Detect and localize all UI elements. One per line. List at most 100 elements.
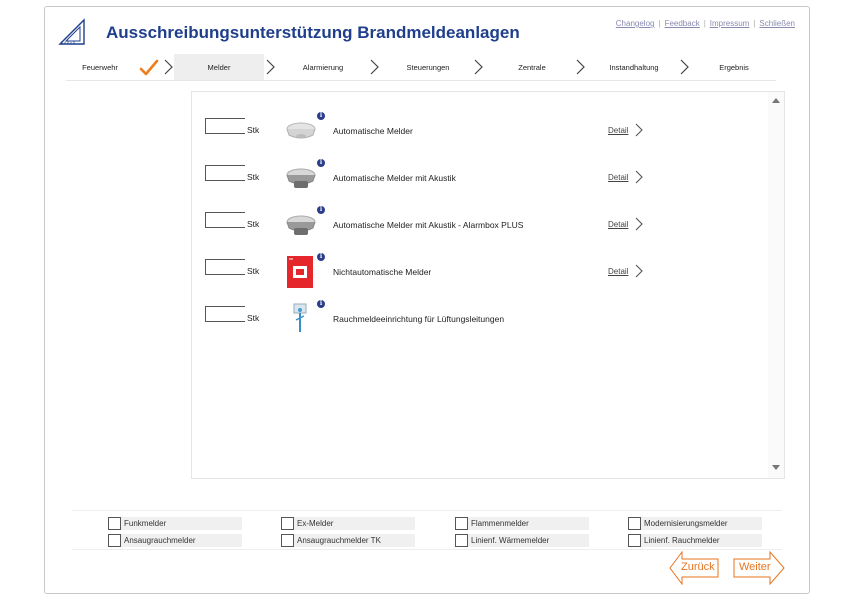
detail-link[interactable]: Detail	[608, 267, 628, 276]
product-label: Automatische Melder mit Akustik	[333, 173, 456, 183]
smoke-detector-sounder-icon	[286, 215, 316, 235]
checkmark-icon	[139, 59, 159, 76]
step-label: Feuerwehr	[82, 62, 118, 72]
top-links: Changelog | Feedback | Impressum | Schließen	[615, 19, 795, 28]
step-feuerwehr[interactable]: Feuerwehr	[66, 54, 134, 80]
triangle-ruler-logo-icon	[58, 18, 85, 45]
feedback-link[interactable]: Feedback	[665, 19, 700, 28]
step-steuerungen[interactable]: Steuerungen	[382, 54, 474, 80]
filter-label: Flammenmelder	[471, 519, 529, 528]
scroll-down-arrow-icon[interactable]	[772, 465, 780, 470]
list-item: Stk i Automatische Melder mit Akustik - …	[192, 206, 762, 238]
back-button[interactable]: Zurück	[669, 551, 719, 585]
chevron-right-icon	[370, 59, 379, 75]
step-alarmierung[interactable]: Alarmierung	[278, 54, 368, 80]
info-icon[interactable]: i	[317, 253, 325, 261]
smoke-detector-icon	[286, 122, 316, 139]
checkbox[interactable]	[628, 534, 641, 547]
quantity-input[interactable]	[205, 212, 245, 228]
filter-linienf-waermemelder[interactable]: Linienf. Wärmemelder	[455, 534, 589, 547]
back-label: Zurück	[681, 561, 715, 573]
filter-ex-melder[interactable]: Ex-Melder	[281, 517, 415, 530]
filter-linienf-rauchmelder[interactable]: Linienf. Rauchmelder	[628, 534, 762, 547]
unit-label: Stk	[247, 219, 260, 229]
next-label: Weiter	[739, 561, 771, 573]
filter-label: Modernisierungsmelder	[644, 519, 728, 528]
quantity-input[interactable]	[205, 306, 245, 322]
wizard-steps: Feuerwehr Melder Alarmierung Steuerungen…	[66, 54, 776, 81]
checkbox[interactable]	[281, 517, 294, 530]
quantity-input[interactable]	[205, 259, 245, 275]
filter-label: Linienf. Rauchmelder	[644, 536, 720, 545]
checkbox[interactable]	[455, 534, 468, 547]
duct-detector-icon	[293, 303, 307, 332]
info-icon[interactable]: i	[317, 206, 325, 214]
info-icon[interactable]: i	[317, 300, 325, 308]
filter-label: Ansaugrauchmelder TK	[297, 536, 381, 545]
filter-checkboxes: Funkmelder Ex-Melder Flammenmelder Moder…	[72, 510, 782, 550]
filter-funkmelder[interactable]: Funkmelder	[108, 517, 242, 530]
checkbox[interactable]	[628, 517, 641, 530]
chevron-right-icon[interactable]	[635, 264, 643, 278]
list-item: Stk i Automatische Melder mit Akustik De…	[192, 159, 762, 191]
chevron-right-icon[interactable]	[635, 217, 643, 231]
product-label: Automatische Melder mit Akustik - Alarmb…	[333, 220, 524, 230]
unit-label: Stk	[247, 172, 260, 182]
list-item: Stk i Automatische Melder Detail	[192, 112, 762, 144]
filter-label: Ex-Melder	[297, 519, 334, 528]
close-link[interactable]: Schließen	[759, 19, 795, 28]
info-icon[interactable]: i	[317, 112, 325, 120]
filter-modernisierungsmelder[interactable]: Modernisierungsmelder	[628, 517, 762, 530]
filter-label: Ansaugrauchmelder	[124, 536, 196, 545]
step-label: Melder	[207, 62, 231, 72]
chevron-right-icon[interactable]	[635, 170, 643, 184]
unit-label: Stk	[247, 266, 260, 276]
step-label: Ergebnis	[719, 62, 749, 72]
chevron-right-icon	[474, 59, 483, 75]
chevron-right-icon[interactable]	[635, 123, 643, 137]
scroll-up-arrow-icon[interactable]	[772, 98, 780, 103]
list-item: Stk i Nichtautomatische Melder Detail	[192, 253, 762, 288]
filter-label: Funkmelder	[124, 519, 167, 528]
info-icon[interactable]: i	[317, 159, 325, 167]
product-label: Automatische Melder	[333, 126, 413, 136]
filter-ansaugrauchmelder-tk[interactable]: Ansaugrauchmelder TK	[281, 534, 415, 547]
app-window: Ausschreibungsunterstützung Brandmeldean…	[44, 6, 810, 594]
quantity-input[interactable]	[205, 165, 245, 181]
changelog-link[interactable]: Changelog	[616, 19, 655, 28]
product-label: Nichtautomatische Melder	[333, 267, 432, 277]
step-label: Zentrale	[518, 62, 546, 72]
next-button[interactable]: Weiter	[733, 551, 785, 585]
step-label: Steuerungen	[406, 62, 450, 72]
step-zentrale[interactable]: Zentrale	[486, 54, 578, 80]
smoke-detector-sounder-icon	[286, 168, 316, 188]
quantity-input[interactable]	[205, 118, 245, 134]
list-item: Stk i Rauchmeldeeinrichtung für Lüftungs…	[192, 300, 762, 332]
detail-link[interactable]: Detail	[608, 126, 628, 135]
chevron-right-icon	[576, 59, 585, 75]
unit-label: Stk	[247, 125, 260, 135]
filter-label: Linienf. Wärmemelder	[471, 536, 550, 545]
chevron-right-icon	[164, 59, 173, 75]
step-melder[interactable]: Melder	[174, 54, 264, 80]
detector-list-panel: Stk i Automatische Melder Detail Stk i A…	[191, 91, 785, 479]
checkbox[interactable]	[281, 534, 294, 547]
step-instandhaltung[interactable]: Instandhaltung	[588, 54, 680, 80]
step-label: Alarmierung	[302, 62, 344, 72]
unit-label: Stk	[247, 313, 260, 323]
manual-call-point-icon	[287, 256, 313, 288]
checkbox[interactable]	[108, 534, 121, 547]
step-label: Instandhaltung	[609, 62, 659, 72]
checkbox[interactable]	[108, 517, 121, 530]
product-label: Rauchmeldeeinrichtung für Lüftungsleitun…	[333, 314, 505, 324]
chevron-right-icon	[266, 59, 275, 75]
detail-link[interactable]: Detail	[608, 173, 628, 182]
scrollbar[interactable]	[768, 92, 784, 478]
checkbox[interactable]	[455, 517, 468, 530]
detail-link[interactable]: Detail	[608, 220, 628, 229]
chevron-right-icon	[680, 59, 689, 75]
filter-flammenmelder[interactable]: Flammenmelder	[455, 517, 589, 530]
filter-ansaugrauchmelder[interactable]: Ansaugrauchmelder	[108, 534, 242, 547]
step-ergebnis[interactable]: Ergebnis	[692, 54, 776, 80]
impressum-link[interactable]: Impressum	[710, 19, 750, 28]
